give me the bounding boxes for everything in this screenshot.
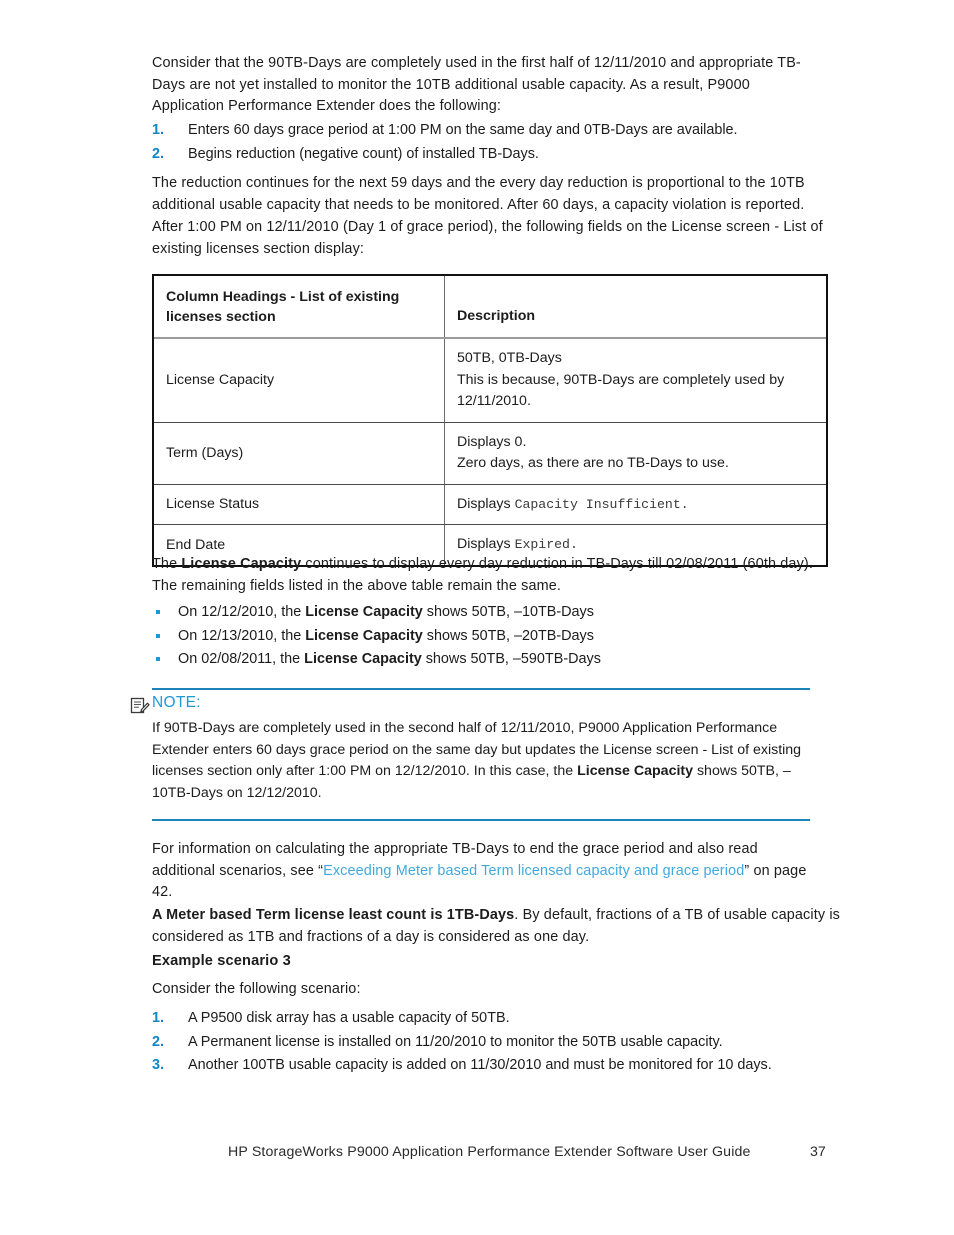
- post-table-paragraph: The License Capacity continues to displa…: [152, 554, 842, 597]
- list-item-label: A P9500 disk array has a usable capacity…: [188, 1010, 510, 1026]
- bullet-post: shows 50TB, –10TB-Days: [422, 604, 594, 620]
- description-prefix: Displays: [457, 536, 515, 552]
- footer-page-number: 37: [810, 1144, 826, 1160]
- bullet-pre: On 02/08/2011, the: [178, 651, 305, 667]
- description-suffix: .: [569, 537, 578, 552]
- note-label: NOTE:: [152, 694, 201, 711]
- reduction-paragraph: The reduction continues for the next 59 …: [152, 173, 832, 216]
- description-code-value: Capacity Insufficient: [514, 496, 681, 512]
- list-item-label: Begins reduction (negative count) of ins…: [188, 145, 539, 162]
- list-item-number: 1.: [152, 122, 165, 138]
- list-item: On 12/13/2010, the License Capacity show…: [152, 625, 832, 649]
- bullet-bold-term: License Capacity: [305, 604, 423, 620]
- list-item-label: A Permanent license is installed on 11/2…: [188, 1033, 723, 1050]
- bullet-icon: [156, 610, 160, 614]
- license-fields-table: Column Headings - List of existing licen…: [152, 274, 828, 567]
- reduction-paragraph-text: The reduction continues for the next 59 …: [152, 175, 805, 213]
- top-numbered-list: 1. Enters 60 days grace period at 1:00 P…: [152, 119, 832, 166]
- description-suffix: .: [680, 496, 689, 512]
- note-rule-top: [152, 688, 810, 690]
- table-row: License Status Displays Capacity Insuffi…: [154, 484, 826, 525]
- bullet-post: shows 50TB, –590TB-Days: [421, 651, 601, 667]
- cross-reference-paragraph: For information on calculating the appro…: [152, 839, 812, 904]
- footer-title: HP StorageWorks P9000 Application Perfor…: [228, 1144, 751, 1160]
- bullet-bold-term: License Capacity: [305, 627, 423, 644]
- example-scenario-lead-text: Consider the following scenario:: [152, 981, 361, 997]
- description-prefix: Displays: [457, 495, 515, 512]
- table-cell-field: License Capacity: [154, 339, 445, 422]
- list-item: On 02/08/2011, the License Capacity show…: [152, 648, 832, 672]
- table-cell-description: 50TB, 0TB-Days This is because, 90TB-Day…: [445, 339, 826, 422]
- intro-paragraph-text: Consider that the 90TB-Days are complete…: [152, 55, 801, 114]
- list-item: 2. Begins reduction (negative count) of …: [152, 143, 832, 167]
- table-cell-description: Displays 0. Zero days, as there are no T…: [445, 423, 826, 484]
- table-header-row: Column Headings - List of existing licen…: [154, 276, 826, 339]
- list-item-number: 3.: [152, 1057, 165, 1073]
- list-item: 1. A P9500 disk array has a usable capac…: [152, 1007, 852, 1031]
- example-scenario-heading-text: Example scenario 3: [152, 953, 291, 969]
- list-item: 3. Another 100TB usable capacity is adde…: [152, 1054, 852, 1078]
- license-screen-paragraph-text: After 1:00 PM on 12/11/2010 (Day 1 of gr…: [152, 219, 823, 257]
- description-line-2: This is because, 90TB-Days are completel…: [457, 371, 785, 410]
- license-capacity-bullet-list: On 12/12/2010, the License Capacity show…: [152, 601, 832, 672]
- bullet-icon: [156, 657, 160, 661]
- table-cell-field: Term (Days): [154, 422, 445, 484]
- note-rule-bottom: [152, 819, 810, 821]
- document-page: Consider that the 90TB-Days are complete…: [0, 0, 954, 1235]
- table-row: License Capacity 50TB, 0TB-Days This is …: [154, 339, 826, 423]
- list-item-number: 2.: [152, 1033, 165, 1050]
- list-item: On 12/12/2010, the License Capacity show…: [152, 601, 832, 625]
- example-scenario-lead: Consider the following scenario:: [152, 979, 652, 1001]
- table-header-col1: Column Headings - List of existing licen…: [154, 276, 445, 337]
- license-screen-paragraph: After 1:00 PM on 12/11/2010 (Day 1 of gr…: [152, 217, 824, 260]
- bullet-bold-term: License Capacity: [304, 651, 422, 667]
- post-table-bold-term: License Capacity: [181, 556, 302, 572]
- intro-paragraph: Consider that the 90TB-Days are complete…: [152, 53, 824, 118]
- list-item-number: 1.: [152, 1010, 165, 1026]
- table-cell-description: Displays Capacity Insufficient.: [445, 485, 826, 525]
- note-body: If 90TB-Days are completely used in the …: [152, 718, 812, 804]
- list-item-label: Enters 60 days grace period at 1:00 PM o…: [188, 122, 738, 138]
- least-count-bold-term: A Meter based Term license least count i…: [152, 907, 515, 923]
- description-code-value: Expired: [514, 537, 570, 552]
- least-count-paragraph: A Meter based Term license least count i…: [152, 905, 842, 948]
- list-item-label: Another 100TB usable capacity is added o…: [188, 1057, 772, 1073]
- bullet-icon: [156, 633, 160, 638]
- bullet-pre: On 12/13/2010, the: [178, 627, 306, 644]
- bullet-post: shows 50TB, –20TB-Days: [422, 627, 594, 644]
- list-item: 2. A Permanent license is installed on 1…: [152, 1031, 852, 1055]
- table-cell-field: License Status: [154, 484, 445, 524]
- note-body-bold-term: License Capacity: [577, 763, 694, 779]
- description-line-2: Zero days, as there are no TB-Days to us…: [457, 455, 729, 471]
- post-table-pre: The: [152, 556, 182, 572]
- list-item: 1. Enters 60 days grace period at 1:00 P…: [152, 119, 832, 143]
- table-row: Term (Days) Displays 0. Zero days, as th…: [154, 422, 826, 485]
- example-numbered-list: 1. A P9500 disk array has a usable capac…: [152, 1007, 852, 1078]
- bullet-pre: On 12/12/2010, the: [178, 604, 306, 620]
- list-item-number: 2.: [152, 145, 165, 162]
- cross-reference-link[interactable]: Exceeding Meter based Term licensed capa…: [323, 863, 744, 879]
- note-pencil-icon: [130, 696, 150, 716]
- description-line-1: 50TB, 0TB-Days: [457, 350, 562, 366]
- example-scenario-heading: Example scenario 3: [152, 951, 552, 973]
- table-header-col2: Description: [457, 307, 536, 324]
- description-line-1: Displays 0.: [457, 433, 527, 450]
- page-footer: HP StorageWorks P9000 Application Perfor…: [0, 1144, 954, 1166]
